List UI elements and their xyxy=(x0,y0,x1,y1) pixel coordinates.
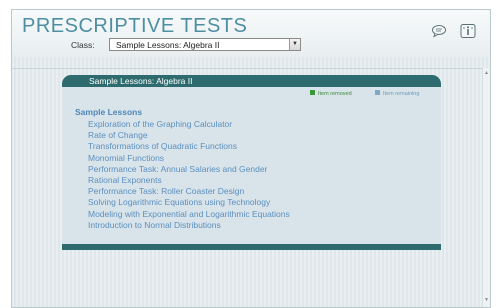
section-heading: Sample Lessons xyxy=(75,107,143,117)
panel-body: Item removed Item remaining Sample Lesso… xyxy=(62,87,441,244)
vertical-scrollbar[interactable] xyxy=(482,68,490,307)
panel-footer xyxy=(62,244,441,250)
lesson-item[interactable]: Rate of Change xyxy=(88,130,290,141)
class-select[interactable]: Sample Lessons: Algebra II ▼ xyxy=(109,38,301,51)
lesson-item[interactable]: Rational Exponents xyxy=(88,175,290,186)
class-label: Class: xyxy=(71,40,95,50)
lesson-item[interactable]: Modeling with Exponential and Logarithmi… xyxy=(88,209,290,220)
lesson-item[interactable]: Performance Task: Roller Coaster Design xyxy=(88,186,290,197)
header: PRESCRIPTIVE TESTS Class: Sample Lessons… xyxy=(12,10,490,57)
lesson-item[interactable]: Introduction to Normal Distributions xyxy=(88,220,290,231)
scroll-down-icon[interactable]: ▼ xyxy=(484,297,489,303)
prescriptive-tests-window: PRESCRIPTIVE TESTS Class: Sample Lessons… xyxy=(11,9,491,308)
legend-remaining-label: Item remaining xyxy=(383,91,420,97)
page-title: PRESCRIPTIVE TESTS xyxy=(22,15,248,37)
chevron-down-icon[interactable]: ▼ xyxy=(289,39,300,50)
legend-item-removed: Item removed xyxy=(310,90,352,97)
panel-title: Sample Lessons: Algebra II xyxy=(89,76,193,86)
lesson-item[interactable]: Solving Logarithmic Equations using Tech… xyxy=(88,197,290,208)
lessons-panel: Sample Lessons: Algebra II Item removed … xyxy=(62,75,441,250)
blue-square-icon xyxy=(375,90,380,96)
class-select-value: Sample Lessons: Algebra II xyxy=(116,40,220,50)
lesson-item[interactable]: Performance Task: Annual Salaries and Ge… xyxy=(88,164,290,175)
lesson-list: Exploration of the Graphing Calculator R… xyxy=(88,119,290,231)
legend-removed-label: Item removed xyxy=(318,91,352,97)
info-icon[interactable] xyxy=(460,24,476,38)
scroll-up-icon[interactable]: ▲ xyxy=(484,70,489,76)
lesson-item[interactable]: Transformations of Quadratic Functions xyxy=(88,141,290,152)
green-square-icon xyxy=(310,90,315,96)
lesson-item[interactable]: Monomial Functions xyxy=(88,153,290,164)
panel-header: Sample Lessons: Algebra II xyxy=(62,75,441,87)
lesson-item[interactable]: Exploration of the Graphing Calculator xyxy=(88,119,290,130)
chat-icon[interactable] xyxy=(431,24,447,38)
legend-item-remaining: Item remaining xyxy=(375,90,420,97)
